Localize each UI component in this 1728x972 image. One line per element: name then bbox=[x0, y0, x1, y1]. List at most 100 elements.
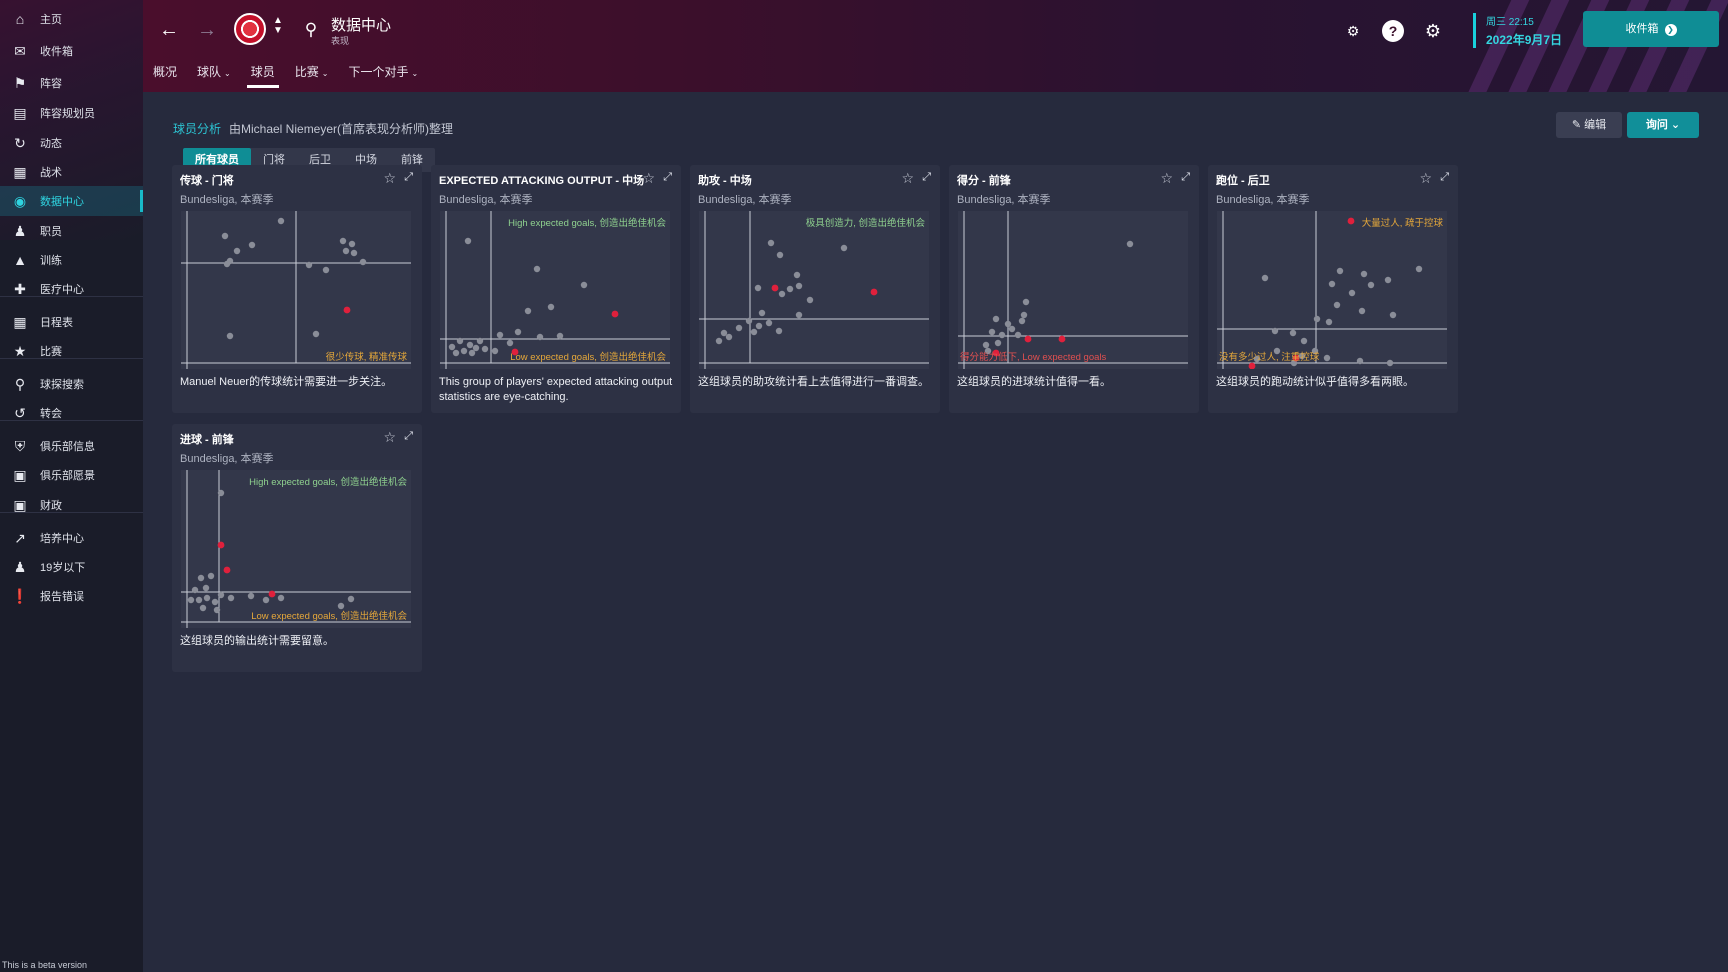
highlighted-player-point[interactable] bbox=[268, 590, 276, 598]
forward-arrow-icon[interactable]: → bbox=[195, 18, 219, 42]
sidebar-item-2[interactable]: ⚑ 阵容 bbox=[0, 68, 143, 98]
scatter-plot[interactable]: High expected goals, 创造出绝佳机会 Low expected… bbox=[440, 211, 670, 369]
player-point[interactable] bbox=[460, 347, 468, 355]
player-point[interactable] bbox=[491, 347, 499, 355]
alert-icon[interactable]: ⚙ bbox=[1342, 20, 1364, 42]
player-point[interactable] bbox=[982, 341, 990, 349]
player-point[interactable] bbox=[248, 241, 256, 249]
star-icon[interactable]: ☆ bbox=[1160, 170, 1173, 187]
player-point[interactable] bbox=[223, 260, 231, 268]
player-point[interactable] bbox=[988, 328, 996, 336]
sidebar-item-7[interactable]: ♟ 职员 bbox=[0, 216, 143, 246]
player-point[interactable] bbox=[277, 594, 285, 602]
search-icon[interactable]: ⚲ bbox=[299, 18, 323, 42]
player-point[interactable] bbox=[226, 332, 234, 340]
section-title[interactable]: 球员分析 bbox=[173, 120, 221, 137]
back-arrow-icon[interactable]: ← bbox=[157, 18, 181, 42]
player-point[interactable] bbox=[217, 591, 225, 599]
sidebar-item-0[interactable]: ⌂ 主页 bbox=[0, 4, 143, 34]
highlighted-player-point[interactable] bbox=[611, 310, 619, 318]
scatter-plot[interactable]: 极具创造力, 创造出绝佳机会 bbox=[699, 211, 929, 369]
sidebar-item-15[interactable]: ▣ 俱乐部愿景 bbox=[0, 460, 143, 490]
player-point[interactable] bbox=[1415, 265, 1423, 273]
sidebar-item-11[interactable]: ★ 比赛 bbox=[0, 336, 143, 366]
player-point[interactable] bbox=[211, 598, 219, 606]
player-point[interactable] bbox=[795, 282, 803, 290]
sidebar-item-13[interactable]: ↺ 转会 bbox=[0, 398, 143, 428]
highlighted-player-point[interactable] bbox=[1024, 335, 1032, 343]
player-point[interactable] bbox=[754, 284, 762, 292]
player-point[interactable] bbox=[793, 271, 801, 279]
player-point[interactable] bbox=[524, 307, 532, 315]
player-point[interactable] bbox=[217, 489, 225, 497]
sidebar-item-17[interactable]: ↗ 培养中心 bbox=[0, 523, 143, 553]
player-point[interactable] bbox=[1389, 311, 1397, 319]
sidebar-item-16[interactable]: ▣ 财政 bbox=[0, 490, 143, 520]
player-point[interactable] bbox=[359, 258, 367, 266]
player-point[interactable] bbox=[472, 344, 480, 352]
player-point[interactable] bbox=[199, 604, 207, 612]
sidebar-item-10[interactable]: ▦ 日程表 bbox=[0, 307, 143, 337]
player-point[interactable] bbox=[1300, 337, 1308, 345]
star-icon[interactable]: ☆ bbox=[642, 170, 655, 187]
sidebar-item-3[interactable]: ▤ 阵容规划员 bbox=[0, 98, 143, 128]
sidebar-item-4[interactable]: ↻ 动态 bbox=[0, 128, 143, 158]
player-point[interactable] bbox=[221, 232, 229, 240]
player-point[interactable] bbox=[786, 285, 794, 293]
player-point[interactable] bbox=[350, 249, 358, 257]
highlighted-player-point[interactable] bbox=[870, 288, 878, 296]
help-icon[interactable]: ? bbox=[1382, 20, 1404, 42]
player-point[interactable] bbox=[187, 596, 195, 604]
analysis-card[interactable]: EXPECTED ATTACKING OUTPUT - 中场 ☆ ⤢ Bundesli… bbox=[431, 165, 681, 413]
player-point[interactable] bbox=[1018, 317, 1026, 325]
player-point[interactable] bbox=[725, 333, 733, 341]
sidebar-item-19[interactable]: ❗ 报告错误 bbox=[0, 581, 143, 611]
analysis-card[interactable]: 进球 - 前锋 ☆ ⤢ Bundesliga, 本赛季 High expected go… bbox=[172, 424, 422, 672]
star-icon[interactable]: ☆ bbox=[383, 170, 396, 187]
player-point[interactable] bbox=[448, 343, 456, 351]
expand-icon[interactable]: ⤢ bbox=[663, 171, 672, 184]
player-point[interactable] bbox=[533, 265, 541, 273]
player-point[interactable] bbox=[1014, 331, 1022, 339]
player-point[interactable] bbox=[776, 251, 784, 259]
player-point[interactable] bbox=[1384, 276, 1392, 284]
player-point[interactable] bbox=[1022, 298, 1030, 306]
tab-overview[interactable]: 概况 bbox=[143, 58, 187, 86]
player-point[interactable] bbox=[1348, 289, 1356, 297]
scatter-plot[interactable]: 大量过人, 疏于控球 没有多少过人, 注重控球 bbox=[1217, 211, 1447, 369]
expand-icon[interactable]: ⤢ bbox=[1440, 171, 1449, 184]
player-point[interactable] bbox=[1289, 329, 1297, 337]
player-point[interactable] bbox=[806, 296, 814, 304]
player-point[interactable] bbox=[1328, 280, 1336, 288]
sidebar-item-18[interactable]: ♟ 19岁以下 bbox=[0, 552, 143, 582]
player-point[interactable] bbox=[348, 240, 356, 248]
player-point[interactable] bbox=[1367, 281, 1375, 289]
player-point[interactable] bbox=[758, 309, 766, 317]
game-date[interactable]: 周三 22:15 2022年9月7日 bbox=[1473, 13, 1562, 48]
player-point[interactable] bbox=[992, 315, 1000, 323]
player-point[interactable] bbox=[1360, 270, 1368, 278]
player-point[interactable] bbox=[481, 345, 489, 353]
player-point[interactable] bbox=[247, 592, 255, 600]
player-point[interactable] bbox=[775, 327, 783, 335]
player-point[interactable] bbox=[202, 584, 210, 592]
player-point[interactable] bbox=[305, 261, 313, 269]
star-icon[interactable]: ☆ bbox=[1419, 170, 1432, 187]
player-point[interactable] bbox=[312, 330, 320, 338]
club-logo[interactable] bbox=[234, 13, 266, 45]
tab-team[interactable]: 球队 ⌄ bbox=[187, 58, 241, 86]
player-point[interactable] bbox=[755, 322, 763, 330]
player-point[interactable] bbox=[765, 319, 773, 327]
player-point[interactable] bbox=[496, 331, 504, 339]
expand-icon[interactable]: ⤢ bbox=[1181, 171, 1190, 184]
player-point[interactable] bbox=[1386, 359, 1394, 367]
expand-icon[interactable]: ⤢ bbox=[922, 171, 931, 184]
player-point[interactable] bbox=[1323, 354, 1331, 362]
player-point[interactable] bbox=[339, 237, 347, 245]
player-point[interactable] bbox=[476, 337, 484, 345]
player-point[interactable] bbox=[1004, 320, 1012, 328]
tab-next-opponent[interactable]: 下一个对手 ⌄ bbox=[338, 58, 428, 86]
edit-button[interactable]: ✎ 编辑 bbox=[1556, 112, 1622, 138]
player-point[interactable] bbox=[213, 606, 221, 614]
analysis-card[interactable]: 传球 - 门将 ☆ ⤢ Bundesliga, 本赛季 很少传球, 精准传球 Manuel… bbox=[172, 165, 422, 413]
